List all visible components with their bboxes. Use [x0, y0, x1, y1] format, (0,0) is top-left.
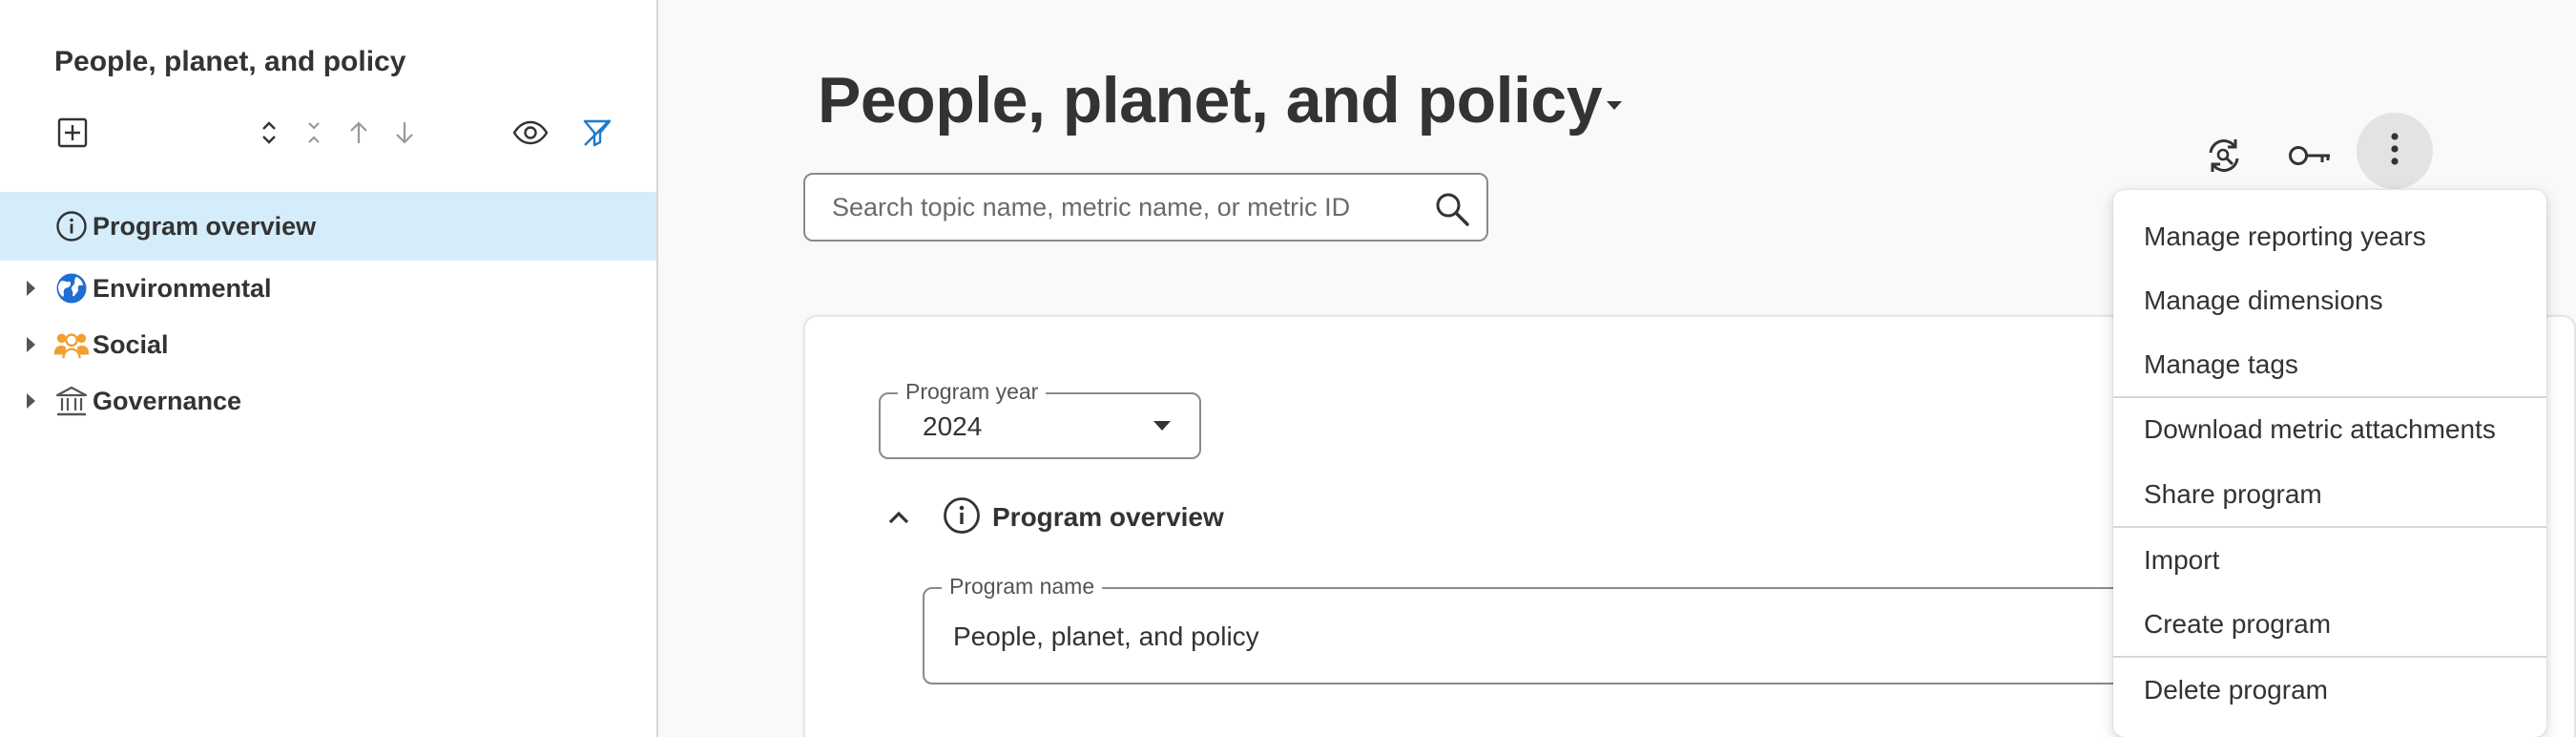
- program-name-field[interactable]: Program name People, planet, and policy: [923, 574, 2163, 684]
- move-down-icon[interactable]: [384, 112, 426, 154]
- menu-item-download-metric-attachments[interactable]: Download metric attachments: [2113, 398, 2546, 461]
- program-year-label: Program year: [898, 379, 1047, 405]
- chevron-up-icon[interactable]: [880, 510, 918, 525]
- expand-all-icon[interactable]: [248, 112, 290, 154]
- program-name-label: Program name: [942, 574, 1103, 600]
- search-box: [803, 173, 1488, 242]
- caret-right-icon[interactable]: [21, 335, 40, 354]
- title-dropdown-icon[interactable]: [1603, 94, 1626, 116]
- app-root: People, planet, and policy Program overv…: [0, 0, 2576, 737]
- select-caret-icon: [1152, 419, 1173, 437]
- collapse-all-icon[interactable]: [293, 112, 335, 154]
- bank-icon: [53, 383, 90, 419]
- info-icon: [53, 208, 90, 244]
- info-icon: [943, 496, 981, 539]
- program-name-value: People, planet, and policy: [953, 621, 1259, 651]
- add-icon[interactable]: [52, 112, 93, 154]
- caret-right-icon[interactable]: [21, 391, 40, 411]
- globe-icon: [53, 270, 90, 306]
- sync-search-icon[interactable]: [2195, 127, 2253, 184]
- tree-item-label: Governance: [93, 386, 242, 415]
- more-options-menu: Manage reporting years Manage dimensions…: [2113, 190, 2546, 737]
- search-input[interactable]: [832, 188, 1404, 226]
- tree-item-label: Social: [93, 329, 169, 359]
- caret-right-icon[interactable]: [21, 279, 40, 298]
- people-icon: [53, 326, 90, 363]
- program-year-select[interactable]: Program year 2024: [879, 379, 1201, 459]
- more-options-button[interactable]: [2357, 113, 2433, 189]
- menu-item-delete-program[interactable]: Delete program: [2113, 659, 2546, 722]
- move-up-icon[interactable]: [338, 112, 380, 154]
- menu-item-create-program[interactable]: Create program: [2113, 593, 2546, 656]
- menu-item-manage-tags[interactable]: Manage tags: [2113, 333, 2546, 396]
- menu-item-import[interactable]: Import: [2113, 529, 2546, 592]
- sidebar: People, planet, and policy Program overv…: [0, 0, 658, 737]
- tree-item-program-overview[interactable]: Program overview: [0, 192, 656, 261]
- filter-off-icon[interactable]: [576, 112, 618, 154]
- section-header[interactable]: Program overview: [880, 489, 1224, 546]
- section-title: Program overview: [992, 502, 1224, 532]
- tree-item-label: Environmental: [93, 273, 272, 303]
- menu-item-manage-reporting-years[interactable]: Manage reporting years: [2113, 205, 2546, 268]
- tree-item-label: Program overview: [93, 211, 317, 241]
- menu-item-manage-dimensions[interactable]: Manage dimensions: [2113, 269, 2546, 332]
- menu-divider: [2113, 656, 2546, 658]
- menu-divider: [2113, 526, 2546, 528]
- search-icon[interactable]: [1433, 190, 1471, 228]
- visibility-icon[interactable]: [509, 112, 551, 154]
- more-vertical-icon: [2389, 132, 2400, 171]
- tree-item-governance[interactable]: Governance: [0, 367, 656, 435]
- key-icon[interactable]: [2281, 127, 2338, 184]
- page-title: People, planet, and policy: [818, 64, 1603, 137]
- menu-item-share-program[interactable]: Share program: [2113, 463, 2546, 526]
- sidebar-title: People, planet, and policy: [54, 46, 406, 77]
- program-year-value: 2024: [923, 411, 983, 441]
